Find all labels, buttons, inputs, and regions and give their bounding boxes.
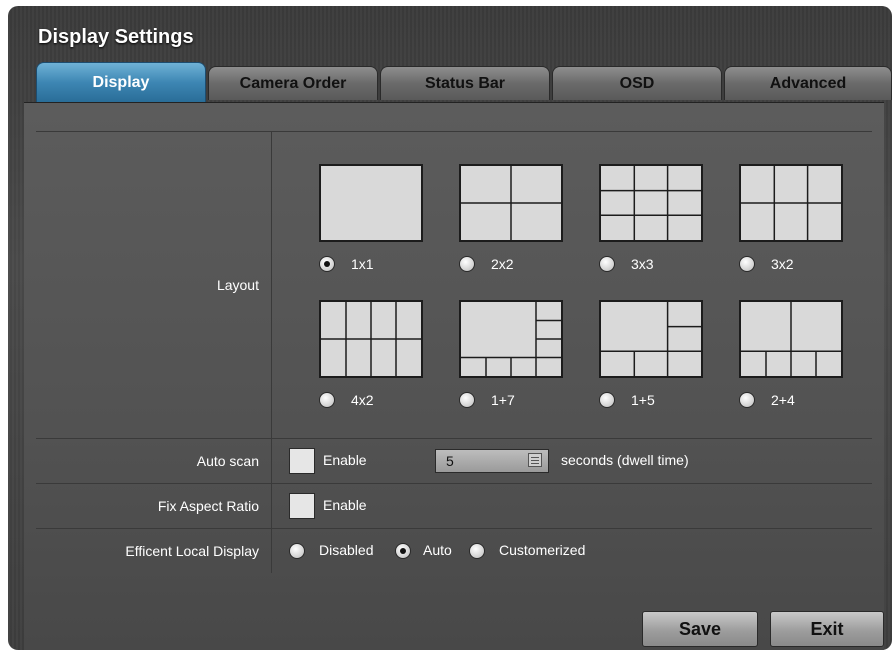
- dwell-time-input[interactable]: 5: [435, 449, 549, 473]
- local-display-radio-auto[interactable]: [395, 543, 411, 559]
- local-display-radio-disabled[interactable]: [289, 543, 305, 559]
- settings-table: Layout 1x1 2x2 3x3 3x2 4x2 1+7 1+5 2+4 A…: [36, 131, 872, 573]
- layout-radio-1plus7[interactable]: [459, 392, 475, 408]
- tab-advanced[interactable]: Advanced: [724, 66, 892, 100]
- tab-camera-order[interactable]: Camera Order: [208, 66, 378, 100]
- layout-option-4x2[interactable]: 4x2: [307, 300, 447, 418]
- layout-option-1plus5[interactable]: 1+5: [587, 300, 727, 418]
- layout-label-1plus7: 1+7: [491, 392, 515, 408]
- layout-label-1x1: 1x1: [351, 256, 374, 272]
- layout-option-2x2[interactable]: 2x2: [447, 164, 587, 282]
- layout-label-1plus5: 1+5: [631, 392, 655, 408]
- layout-label-3x2: 3x2: [771, 256, 794, 272]
- layout-1plus5-icon: [599, 300, 703, 378]
- settings-panel: Layout 1x1 2x2 3x3 3x2 4x2 1+7 1+5 2+4 A…: [24, 102, 884, 650]
- layout-2plus4-icon: [739, 300, 843, 378]
- window-title: Display Settings: [38, 26, 194, 48]
- auto-scan-checkbox[interactable]: [289, 448, 315, 474]
- layout-2x2-icon: [459, 164, 563, 242]
- layout-radio-1x1[interactable]: [319, 256, 335, 272]
- layout-label-2x2: 2x2: [491, 256, 514, 272]
- fix-aspect-controls: Enable: [273, 484, 872, 528]
- layout-radio-2x2[interactable]: [459, 256, 475, 272]
- layout-label-3x3: 3x3: [631, 256, 654, 272]
- auto-scan-enable-label: Enable: [323, 452, 367, 468]
- layout-option-1x1[interactable]: 1x1: [307, 164, 447, 282]
- local-display-customerized-label: Customerized: [499, 542, 586, 558]
- local-display-row: Efficent Local Display Disabled Auto Cus…: [36, 529, 872, 573]
- layout-option-1plus7[interactable]: 1+7: [447, 300, 587, 418]
- layout-option-2plus4[interactable]: 2+4: [727, 300, 867, 418]
- tab-bar: Display Camera Order Status Bar OSD Adva…: [32, 62, 892, 108]
- layout-row: Layout 1x1 2x2 3x3 3x2 4x2 1+7 1+5 2+4: [36, 132, 872, 439]
- layout-label-4x2: 4x2: [351, 392, 374, 408]
- local-display-radio-customerized[interactable]: [469, 543, 485, 559]
- display-settings-window: Display Settings Display Camera Order St…: [8, 6, 892, 650]
- exit-button[interactable]: Exit: [770, 611, 884, 647]
- save-button[interactable]: Save: [642, 611, 758, 647]
- auto-scan-label: Auto scan: [36, 439, 272, 483]
- layout-3x3-icon: [599, 164, 703, 242]
- layout-radio-3x3[interactable]: [599, 256, 615, 272]
- tab-display[interactable]: Display: [36, 62, 206, 108]
- dwell-time-value: 5: [446, 453, 454, 469]
- layout-1plus7-icon: [459, 300, 563, 378]
- layout-option-3x3[interactable]: 3x3: [587, 164, 727, 282]
- layout-options: 1x1 2x2 3x3 3x2 4x2 1+7 1+5 2+4: [273, 132, 872, 438]
- layout-1x1-icon: [319, 164, 423, 242]
- local-display-options: Disabled Auto Customerized: [273, 529, 872, 573]
- tab-osd[interactable]: OSD: [552, 66, 722, 100]
- layout-radio-4x2[interactable]: [319, 392, 335, 408]
- layout-radio-2plus4[interactable]: [739, 392, 755, 408]
- layout-label-2plus4: 2+4: [771, 392, 795, 408]
- fix-aspect-row: Fix Aspect Ratio Enable: [36, 484, 872, 529]
- fix-aspect-checkbox[interactable]: [289, 493, 315, 519]
- tab-status-bar[interactable]: Status Bar: [380, 66, 550, 100]
- layout-label: Layout: [36, 132, 272, 438]
- layout-radio-1plus5[interactable]: [599, 392, 615, 408]
- auto-scan-row: Auto scan Enable 5 seconds (dwell time): [36, 439, 872, 484]
- fix-aspect-label: Fix Aspect Ratio: [36, 484, 272, 528]
- local-display-auto-label: Auto: [423, 542, 452, 558]
- keyboard-icon[interactable]: [528, 453, 542, 467]
- layout-option-3x2[interactable]: 3x2: [727, 164, 867, 282]
- dwell-time-suffix: seconds (dwell time): [561, 452, 689, 468]
- auto-scan-controls: Enable 5 seconds (dwell time): [273, 439, 872, 483]
- layout-radio-3x2[interactable]: [739, 256, 755, 272]
- fix-aspect-enable-label: Enable: [323, 497, 367, 513]
- local-display-disabled-label: Disabled: [319, 542, 374, 558]
- layout-4x2-icon: [319, 300, 423, 378]
- local-display-label: Efficent Local Display: [36, 529, 272, 573]
- layout-3x2-icon: [739, 164, 843, 242]
